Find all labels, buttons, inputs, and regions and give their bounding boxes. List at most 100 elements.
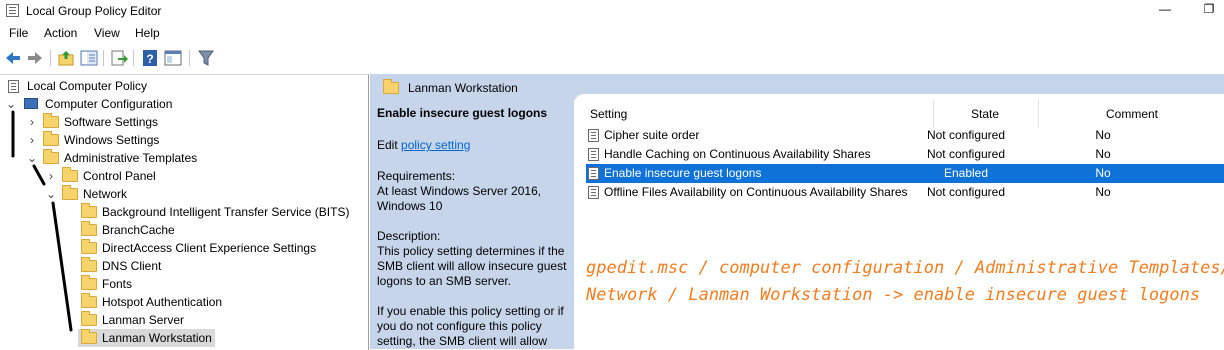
tree-item-label: Control Panel [83, 169, 156, 183]
annotation-line-2: Network / Lanman Workstation -> enable i… [586, 285, 1201, 305]
svg-text:?: ? [146, 52, 153, 66]
tree-item-directaccess[interactable]: DirectAccess Client Experience Settings [0, 239, 368, 257]
table-row-selected[interactable]: Enable insecure guest logons Enabled No [586, 164, 1224, 183]
description-label: Description: [377, 229, 441, 243]
tree-item-label: BranchCache [102, 223, 175, 237]
back-arrow-icon[interactable] [4, 49, 22, 67]
extended-description-pane: Enable insecure guest logons Edit policy… [370, 100, 574, 349]
export-list-icon[interactable] [110, 49, 128, 67]
tree-item-hotspot-authentication[interactable]: Hotspot Authentication [0, 293, 368, 311]
folder-icon [43, 131, 59, 146]
setting-name: Handle Caching on Continuous Availabilit… [604, 147, 871, 161]
chevron-right-icon[interactable]: › [27, 133, 37, 147]
column-divider[interactable] [1038, 100, 1039, 128]
tree-item-computer-configuration[interactable]: ⌄ Computer Configuration [0, 95, 368, 113]
requirements-label: Requirements: [377, 169, 456, 183]
setting-comment: No [1095, 166, 1111, 180]
chevron-right-icon[interactable]: › [46, 169, 56, 183]
table-row[interactable]: Cipher suite order Not configured No [586, 126, 1224, 145]
properties-icon[interactable] [164, 49, 182, 67]
policy-setting-icon [588, 148, 599, 161]
minimize-button[interactable]: — [1156, 2, 1174, 18]
folder-icon [62, 185, 78, 200]
restore-button[interactable]: ❐ [1200, 2, 1218, 18]
tree-item-network[interactable]: ⌄ Network [0, 185, 368, 203]
tree-item-lanman-server[interactable]: Lanman Server [0, 311, 368, 329]
column-header-comment[interactable]: Comment [1106, 107, 1158, 121]
column-header-state[interactable]: State [971, 107, 999, 121]
setting-state: Not configured [926, 185, 1006, 199]
table-row[interactable]: Handle Caching on Continuous Availabilit… [586, 145, 1224, 164]
menu-action[interactable]: Action [44, 26, 77, 40]
tree-item-dns-client[interactable]: DNS Client [0, 257, 368, 275]
tree-item-lanman-workstation[interactable]: Lanman Workstation [78, 329, 215, 347]
folder-icon [81, 293, 97, 308]
show-hide-tree-icon[interactable] [80, 49, 98, 67]
tree-item-label: Lanman Workstation [102, 331, 212, 345]
menu-help[interactable]: Help [135, 26, 160, 40]
folder-icon [81, 221, 97, 236]
toolbar-separator [103, 50, 104, 66]
setting-state: Not configured [926, 128, 1006, 142]
toolbar-separator [189, 50, 190, 66]
folder-icon [81, 329, 97, 344]
folder-icon [81, 203, 97, 218]
tree-item-label: Fonts [102, 277, 133, 291]
column-header-setting[interactable]: Setting [590, 107, 627, 121]
path-annotation: gpedit.msc / computer configuration / Ad… [586, 255, 1224, 309]
tree-item-label: Background Intelligent Transfer Service … [102, 205, 350, 219]
chevron-down-icon[interactable]: ⌄ [6, 97, 16, 111]
tree-item-label: DirectAccess Client Experience Settings [102, 241, 317, 255]
forward-arrow-icon[interactable] [26, 49, 44, 67]
tree-item-bits[interactable]: Background Intelligent Transfer Service … [0, 203, 368, 221]
folder-icon [81, 311, 97, 326]
help-icon[interactable]: ? [141, 49, 159, 67]
tree-item-label: Lanman Server [102, 313, 185, 327]
setting-name: Cipher suite order [604, 128, 700, 142]
title-bar: Local Group Policy Editor — ❐ [0, 0, 1224, 22]
setting-state: Enabled [943, 166, 989, 180]
folder-icon [81, 239, 97, 254]
tree-item-windows-settings[interactable]: › Windows Settings [0, 131, 368, 149]
tree-item-control-panel[interactable]: › Control Panel [0, 167, 368, 185]
menu-file[interactable]: File [9, 26, 28, 40]
policy-setting-link[interactable]: policy setting [401, 138, 470, 152]
folder-icon [43, 149, 59, 164]
policy-title: Enable insecure guest logons [377, 106, 548, 120]
tree-item-label: Computer Configuration [45, 97, 173, 111]
chevron-right-icon[interactable]: › [27, 115, 37, 129]
settings-list: Setting State Comment Cipher suite order… [574, 94, 1224, 349]
policy-setting-icon [588, 129, 599, 142]
policy-document-icon [8, 80, 19, 93]
window-title: Local Group Policy Editor [26, 4, 162, 18]
policy-setting-icon [588, 186, 599, 199]
tree-item-label: Network [83, 187, 128, 201]
navigation-tree: Local Computer Policy ⌄ Computer Configu… [0, 74, 369, 350]
edit-prefix: Edit [377, 138, 402, 152]
menu-bar: File Action View Help [0, 22, 1224, 42]
menu-view[interactable]: View [94, 26, 120, 40]
tree-item-administrative-templates[interactable]: ⌄ Administrative Templates [0, 149, 368, 167]
column-divider[interactable] [933, 100, 934, 128]
tree-item-software-settings[interactable]: › Software Settings [0, 113, 368, 131]
table-row[interactable]: Offline Files Availability on Continuous… [586, 183, 1224, 202]
requirements-text: At least Windows Server 2016, Windows 10 [377, 184, 542, 213]
tree-item-label: Local Computer Policy [27, 79, 148, 93]
setting-name: Enable insecure guest logons [604, 166, 762, 180]
tree-item-branchcache[interactable]: BranchCache [0, 221, 368, 239]
chevron-down-icon[interactable]: ⌄ [27, 151, 37, 165]
toolbar-separator [133, 50, 134, 66]
tree-item-label: Software Settings [64, 115, 159, 129]
setting-comment: No [1095, 147, 1111, 161]
toolbar: ? [0, 44, 1224, 72]
filter-icon[interactable] [197, 49, 215, 67]
computer-icon [24, 98, 38, 109]
up-folder-icon[interactable] [57, 49, 75, 67]
tree-item-local-computer-policy[interactable]: Local Computer Policy [0, 77, 368, 95]
folder-icon [383, 79, 399, 94]
tree-item-fonts[interactable]: Fonts [0, 275, 368, 293]
folder-icon [43, 113, 59, 128]
chevron-down-icon[interactable]: ⌄ [46, 187, 56, 201]
group-policy-app-icon [6, 4, 19, 17]
setting-name: Offline Files Availability on Continuous… [604, 185, 908, 199]
